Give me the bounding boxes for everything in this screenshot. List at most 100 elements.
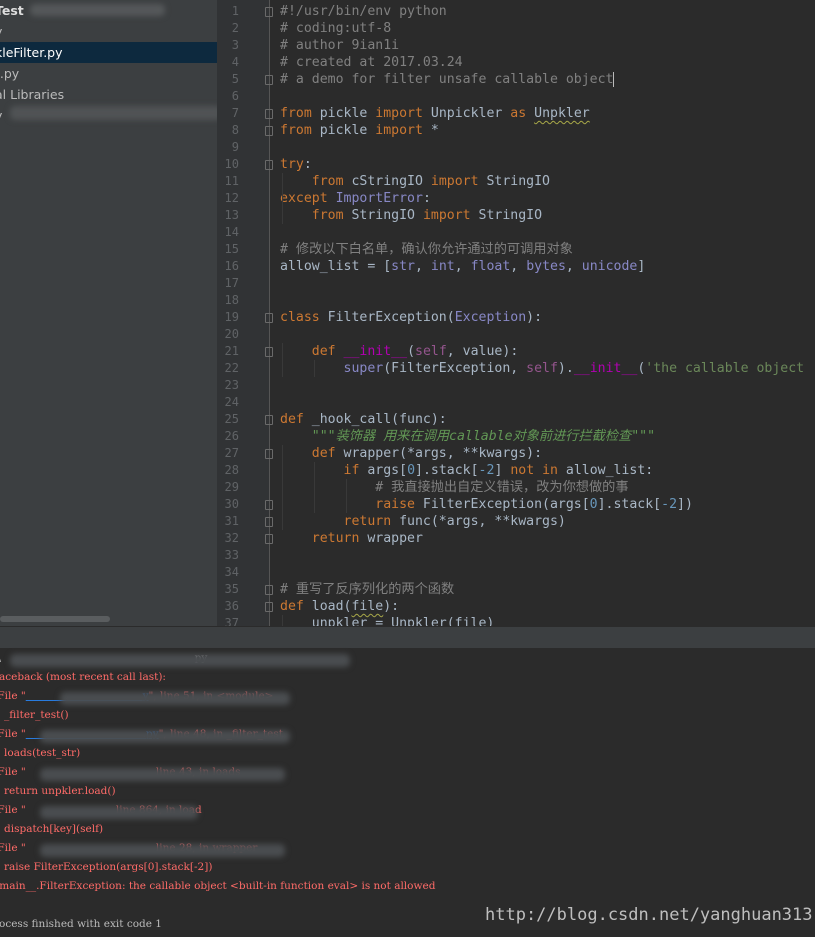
fold-toggle-icon[interactable] bbox=[265, 347, 273, 357]
line-number: 5 bbox=[231, 72, 239, 86]
line-number: 13 bbox=[224, 208, 239, 222]
horizontal-scrollbar[interactable] bbox=[0, 616, 110, 622]
fold-toggle-icon[interactable] bbox=[265, 500, 273, 510]
code-token: unpkler = Unpkler(file) bbox=[280, 616, 495, 626]
redacted-blur bbox=[40, 844, 285, 857]
code-token: float bbox=[470, 259, 511, 274]
line-number: 1 bbox=[231, 4, 239, 18]
code-token: return bbox=[343, 514, 392, 529]
code-editor[interactable]: #!/usr/bin/env python # coding:utf-8 # aut… bbox=[270, 0, 815, 626]
line-number: 26 bbox=[224, 429, 239, 443]
tree-item-file[interactable]: y bbox=[0, 21, 217, 42]
tree-item-external-libraries[interactable]: al Libraries bbox=[0, 84, 217, 105]
run-console[interactable]: :\ pyraceback (most recent call last): F… bbox=[0, 648, 815, 937]
console-text: raise FilterException(args[0].stack[-2]) bbox=[0, 861, 213, 873]
code-token: # author 9ian1i bbox=[280, 38, 400, 53]
line-number: 28 bbox=[224, 463, 239, 477]
code-token: allow_list: bbox=[557, 463, 654, 478]
code-token: str bbox=[391, 259, 415, 274]
line-number: 6 bbox=[231, 89, 239, 103]
code-token: from bbox=[311, 174, 344, 189]
code-token: from bbox=[280, 123, 312, 138]
code-line: """装饰器 用来在调用callable对象前进行拦截检查""" bbox=[280, 428, 655, 445]
code-line: # created at 2017.03.24 bbox=[280, 54, 463, 71]
fold-toggle-icon[interactable] bbox=[265, 415, 273, 425]
fold-toggle-icon[interactable] bbox=[265, 449, 273, 459]
code-token: # 我直接抛出自定义错误，改为你想做的事 bbox=[375, 480, 629, 495]
code-token: def bbox=[280, 599, 304, 614]
code-line: if args[0].stack[-2] not in allow_list: bbox=[280, 462, 654, 479]
code-line: from pickle import Unpickler as Unpkler bbox=[280, 105, 590, 122]
fold-toggle-icon[interactable] bbox=[265, 75, 273, 85]
code-token: file bbox=[351, 599, 384, 614]
redacted-blur bbox=[40, 730, 290, 743]
code-line: from pickle import * bbox=[280, 122, 439, 139]
code-token: __init__ bbox=[343, 344, 408, 359]
code-token: 0 bbox=[589, 497, 598, 512]
fold-toggle-icon[interactable] bbox=[265, 313, 273, 323]
code-line: # coding:utf-8 bbox=[280, 20, 391, 37]
console-text: File " bbox=[0, 728, 26, 740]
line-number: 21 bbox=[224, 344, 239, 358]
console-text: _main__.FilterException: the callable ob… bbox=[0, 880, 436, 892]
line-number: 2 bbox=[231, 21, 239, 35]
code-token: ]) bbox=[677, 497, 693, 512]
code-token: 'the callable object bbox=[645, 361, 805, 376]
line-number: 29 bbox=[224, 480, 239, 494]
indent-guide bbox=[314, 462, 315, 513]
line-number: 22 bbox=[224, 361, 239, 375]
code-token: allow_list = [ bbox=[280, 259, 392, 274]
code-token: StringIO bbox=[470, 208, 543, 223]
console-line: raise FilterException(args[0].stack[-2]) bbox=[0, 859, 212, 875]
code-token: ] bbox=[637, 259, 646, 274]
console-text: _filter_test() bbox=[0, 709, 69, 721]
line-number: 15 bbox=[224, 242, 239, 256]
console-line: rocess finished with exit code 1 bbox=[0, 916, 162, 932]
fold-toggle-icon[interactable] bbox=[265, 534, 273, 544]
tree-item-label: t.py bbox=[0, 66, 20, 81]
code-token: unicode bbox=[581, 259, 638, 274]
fold-toggle-icon[interactable] bbox=[265, 585, 273, 595]
fold-toggle-icon[interactable] bbox=[265, 7, 273, 17]
code-token: : bbox=[303, 157, 312, 172]
redacted-blur bbox=[40, 768, 285, 781]
console-line: return unpkler.load() bbox=[0, 783, 116, 799]
code-token: __init__ bbox=[573, 361, 638, 376]
fold-toggle-icon[interactable] bbox=[265, 109, 273, 119]
tool-window-splitter[interactable] bbox=[0, 626, 815, 649]
code-line: # 我直接抛出自定义错误，改为你想做的事 bbox=[280, 479, 629, 496]
fold-toggle-icon[interactable] bbox=[265, 126, 273, 136]
line-number: 24 bbox=[224, 395, 239, 409]
line-number: 10 bbox=[224, 157, 239, 171]
code-token: cStringIO bbox=[343, 174, 431, 189]
code-token: import bbox=[375, 123, 423, 138]
fold-toggle-icon[interactable] bbox=[265, 602, 273, 612]
code-token: , value): bbox=[446, 344, 519, 359]
project-tree[interactable]: Test y kleFilter.py t.py al Libraries y bbox=[0, 0, 218, 626]
indent-guide bbox=[282, 173, 283, 207]
indent-guide bbox=[282, 615, 283, 626]
line-number: 19 bbox=[224, 310, 239, 324]
console-text: raceback (most recent call last): bbox=[0, 671, 166, 683]
code-line: super(FilterException, self).__init__('t… bbox=[280, 360, 805, 377]
code-token: wrapper(*args, **kwargs): bbox=[335, 446, 543, 461]
fold-toggle-icon[interactable] bbox=[265, 517, 273, 527]
code-token: ].stack[ bbox=[597, 497, 662, 512]
tree-item-test-file[interactable]: t.py bbox=[0, 63, 217, 84]
code-token: from bbox=[311, 208, 344, 223]
code-token: ). bbox=[557, 361, 574, 376]
console-text: loads(test_str) bbox=[0, 747, 81, 759]
indent-guide bbox=[282, 207, 283, 224]
code-token: ].stack[ bbox=[415, 463, 479, 478]
code-token: bytes bbox=[526, 259, 566, 274]
fold-toggle-icon[interactable] bbox=[265, 160, 273, 170]
tree-item-picklefilter[interactable]: kleFilter.py bbox=[0, 42, 217, 63]
code-token: # 修改以下白名单，确认你允许通过的可调用对象 bbox=[280, 242, 573, 257]
console-text: return unpkler.load() bbox=[0, 785, 116, 797]
code-line: from StringIO import StringIO bbox=[280, 207, 542, 224]
line-number: 34 bbox=[224, 565, 239, 579]
line-number: 12 bbox=[224, 191, 239, 205]
